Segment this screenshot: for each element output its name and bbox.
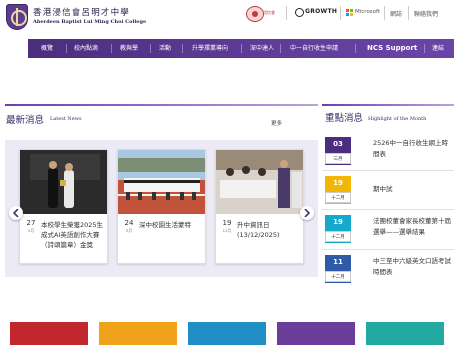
- highlight-divider: [322, 170, 454, 171]
- growth-logo-icon[interactable]: [295, 8, 304, 17]
- highlight-divider: [322, 249, 454, 250]
- highlight-item[interactable]: 19 十二月 期中試: [322, 176, 454, 208]
- nav-item-teaching[interactable]: 教與學: [120, 39, 138, 58]
- header-divider: [408, 6, 409, 20]
- header-divider: [384, 6, 385, 20]
- news-card-month: 12月: [222, 228, 232, 233]
- nav-item-school-life[interactable]: 校內點滴: [74, 39, 98, 58]
- highlight-title: 法團校董會家長校董第十屆選舉——選舉結果: [373, 217, 451, 236]
- highlight-month: 十二月: [325, 192, 351, 203]
- news-card-date: 19 12月: [220, 219, 234, 234]
- nav-item-achievers[interactable]: 深中達人: [250, 39, 274, 58]
- highlight-item[interactable]: 11 十二月 中三至中六級英文口語考試時間表: [322, 255, 454, 287]
- partner-seal-icon[interactable]: [246, 6, 264, 22]
- chevron-right-icon: [304, 209, 310, 217]
- highlight-section-title-en: Highlight of the Month: [368, 116, 427, 122]
- school-name-en[interactable]: Aberdeen Baptist Lui Ming Choi College: [33, 19, 146, 25]
- highlight-title: 期中試: [373, 185, 393, 193]
- header-divider: [340, 6, 341, 20]
- nav-separator: [182, 44, 183, 53]
- highlight-month: 十二月: [325, 271, 351, 282]
- nav-item-admission[interactable]: 中一自行收生申請: [290, 39, 338, 58]
- feature-tile[interactable]: [188, 322, 266, 345]
- news-card-day: 19: [222, 219, 232, 227]
- news-section-rule: [5, 104, 318, 106]
- nav-item-activities[interactable]: 活動: [159, 39, 171, 58]
- news-card-photo: [20, 150, 107, 214]
- news-section-title-en: Latest News: [50, 116, 82, 122]
- page: 香港浸信會呂明才中學 Aberdeen Baptist Lui Ming Cho…: [0, 0, 460, 345]
- news-card-photo: [216, 150, 303, 214]
- nav-separator: [111, 44, 112, 53]
- contact-link[interactable]: 聯絡我們: [414, 9, 438, 18]
- highlight-item[interactable]: 19 十二月 法團校董會家長校董第十屆選舉——選舉結果: [322, 215, 454, 247]
- growth-logo-label[interactable]: GROWTH: [305, 8, 337, 15]
- news-card-title: 升中資訊日 (13/12/2025): [237, 221, 280, 239]
- highlight-date-box: 19 十二月: [325, 176, 351, 204]
- feature-tile[interactable]: [10, 322, 88, 345]
- nav-item-careers[interactable]: 升學擇業導向: [192, 39, 228, 58]
- news-card[interactable]: 27 5月 本校學生榮獲2025生成式AI英語創作大賽（詩頌篇章）金獎: [19, 149, 108, 264]
- highlight-section-title: 重點消息: [325, 113, 364, 124]
- school-name-zh[interactable]: 香港浸信會呂明才中學: [33, 6, 130, 18]
- news-card-title: 本校學生榮獲2025生成式AI英語創作大賽（詩頌篇章）金獎: [41, 221, 104, 249]
- site-header: 香港浸信會呂明才中學 Aberdeen Baptist Lui Ming Cho…: [0, 0, 460, 38]
- nav-separator: [424, 44, 425, 53]
- news-card-day: 24: [124, 219, 134, 227]
- highlight-date-box: 03 三月: [325, 137, 351, 165]
- highlight-month: 三月: [325, 153, 351, 164]
- news-card[interactable]: 19 12月 升中資訊日 (13/12/2025): [215, 149, 304, 264]
- nav-separator: [66, 44, 67, 53]
- highlight-date-box: 19 十二月: [325, 215, 351, 243]
- microsoft-logo-label[interactable]: Microsoft: [355, 9, 380, 15]
- blog-link[interactable]: 網誌: [390, 9, 402, 18]
- news-card-photo: [118, 150, 205, 214]
- news-card-month: 5月: [27, 228, 35, 233]
- highlight-day: 19: [333, 179, 343, 187]
- highlight-month: 十二月: [325, 231, 351, 242]
- nav-separator: [280, 44, 281, 53]
- news-card-month: 3月: [125, 228, 133, 233]
- news-card-day: 27: [26, 219, 36, 227]
- partner-badge-label: 浸信會: [263, 10, 275, 15]
- highlight-divider: [322, 209, 454, 210]
- news-more-link[interactable]: 更多: [271, 119, 282, 127]
- highlight-item[interactable]: 03 三月 2526中一自行收生網上時間表: [322, 137, 454, 169]
- highlight-title: 中三至中六級英文口語考試時間表: [373, 257, 451, 276]
- news-card[interactable]: 24 3月 深中校園生活蒙特: [117, 149, 206, 264]
- nav-item-overview[interactable]: 概覽: [41, 39, 53, 58]
- highlight-day: 19: [333, 218, 343, 226]
- carousel-next-button[interactable]: [300, 206, 314, 220]
- school-crest-icon[interactable]: [6, 4, 28, 30]
- carousel-prev-button[interactable]: [9, 206, 23, 220]
- nav-separator: [241, 44, 242, 53]
- microsoft-logo-icon[interactable]: [346, 9, 353, 16]
- feature-tile[interactable]: [366, 322, 444, 345]
- highlight-title: 2526中一自行收生網上時間表: [373, 139, 449, 158]
- feature-tile[interactable]: [277, 322, 355, 345]
- highlight-date-box: 11 十二月: [325, 255, 351, 283]
- chevron-left-icon: [13, 209, 19, 217]
- news-card-date: 27 5月: [24, 219, 38, 234]
- nav-separator: [150, 44, 151, 53]
- feature-tile[interactable]: [99, 322, 177, 345]
- highlight-day: 03: [333, 140, 343, 148]
- header-divider: [286, 6, 287, 20]
- nav-item-ncs-support[interactable]: NCS Support: [367, 39, 417, 58]
- news-card-date: 24 3月: [122, 219, 136, 234]
- main-nav: 概覽 校內點滴 教與學 活動 升學擇業導向 深中達人 中一自行收生申請 NCS …: [28, 39, 454, 58]
- highlight-section-rule: [322, 104, 454, 106]
- news-card-title: 深中校園生活蒙特: [139, 221, 191, 229]
- nav-separator: [355, 44, 356, 53]
- highlight-day: 11: [333, 258, 343, 266]
- nav-item-links[interactable]: 連結: [432, 39, 444, 58]
- news-section-title: 最新消息: [6, 115, 45, 126]
